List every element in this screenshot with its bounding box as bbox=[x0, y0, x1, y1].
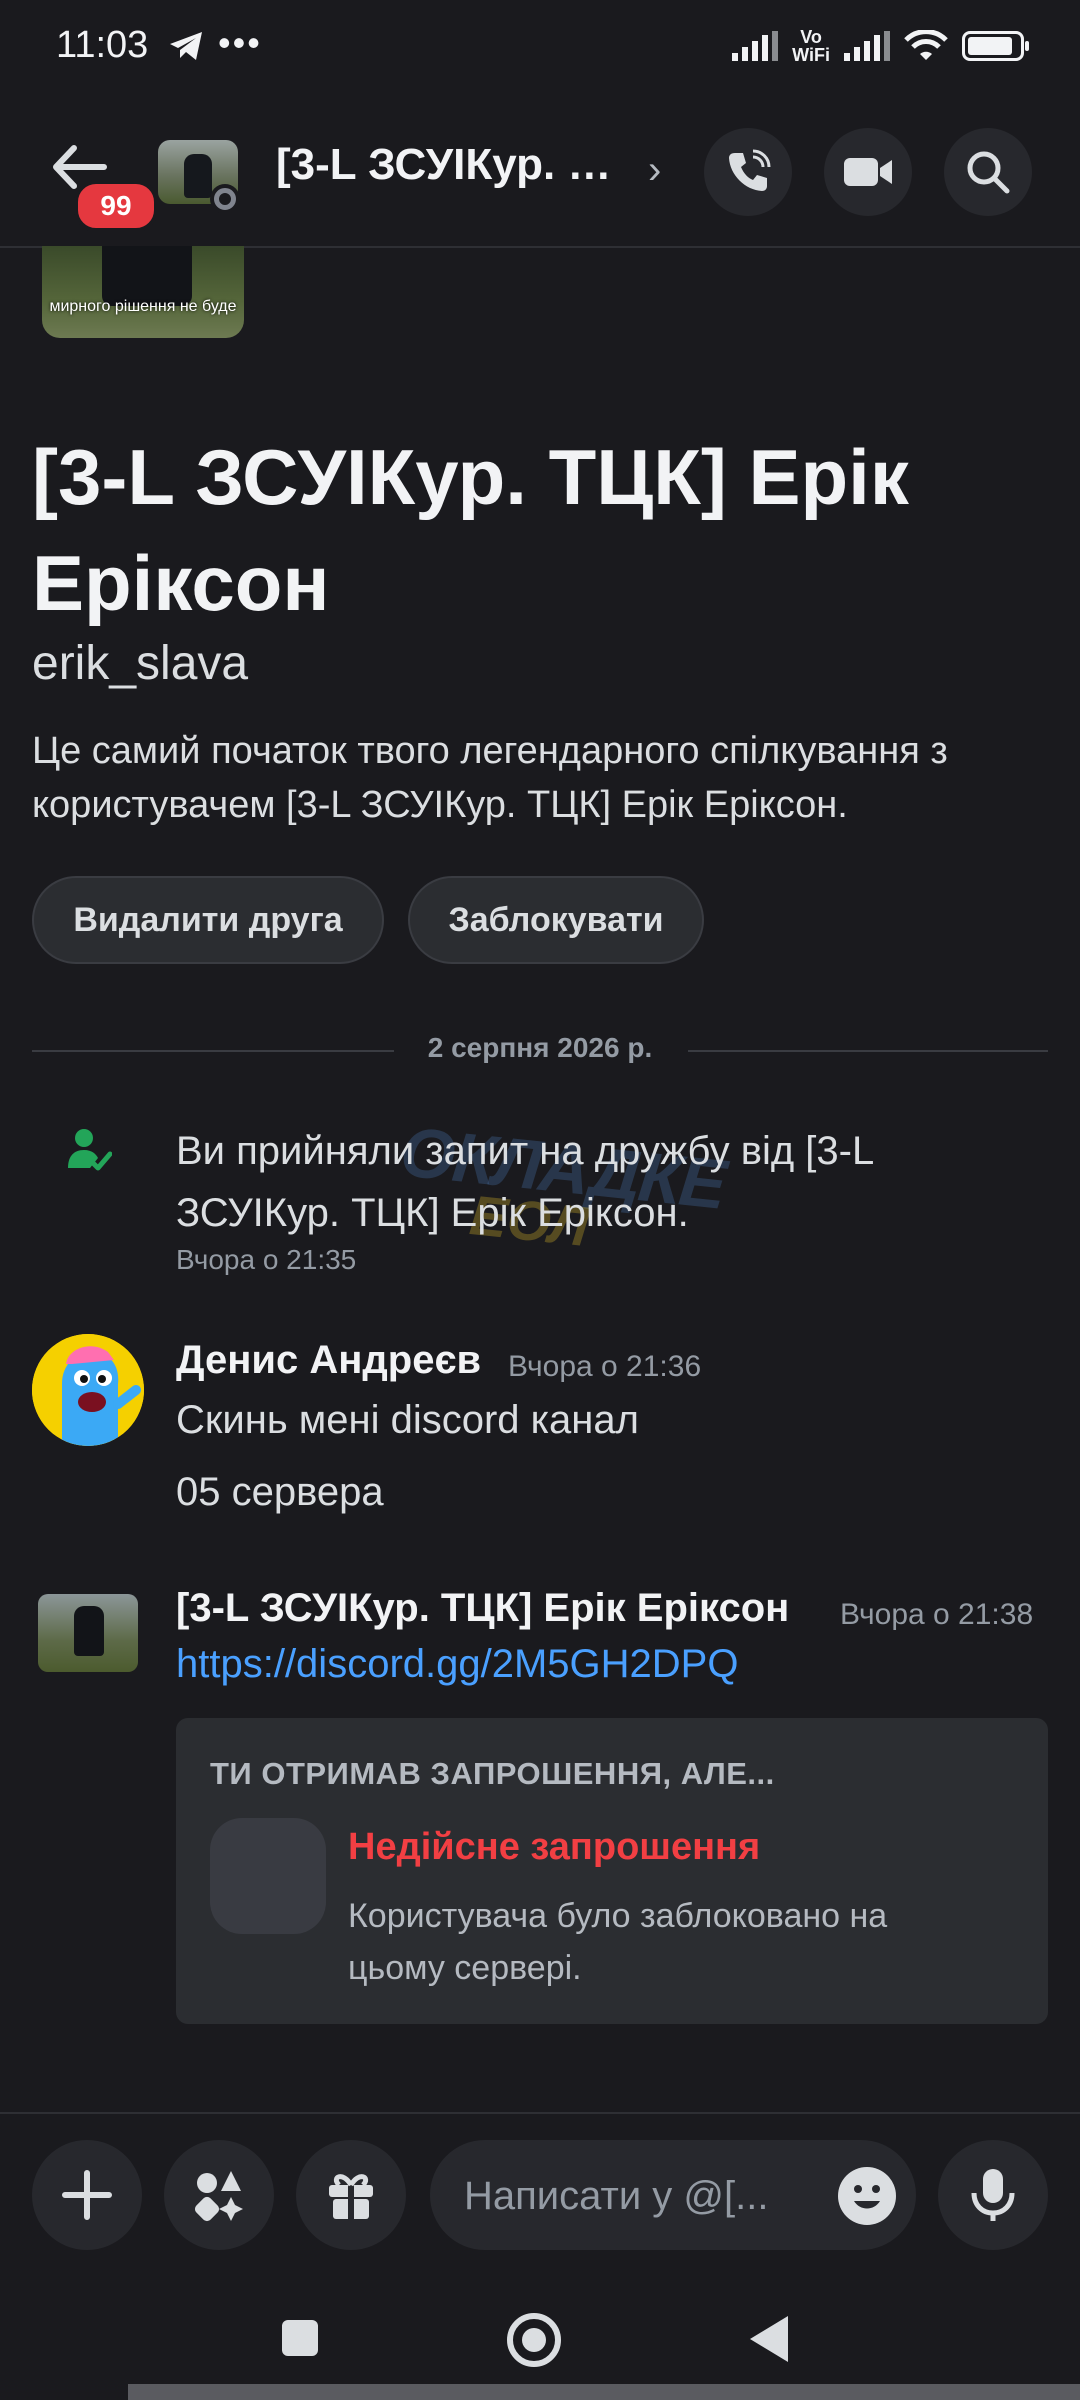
message-text: 05 сервера bbox=[176, 1470, 384, 1514]
gift-icon bbox=[329, 2174, 373, 2219]
invite-embed: ТИ ОТРИМАВ ЗАПРОШЕННЯ, АЛЕ... Недійсне з… bbox=[176, 1718, 1048, 2024]
apps-button[interactable] bbox=[164, 2140, 274, 2250]
message-author[interactable]: Денис Андреєв bbox=[176, 1338, 481, 1383]
invite-link[interactable]: https://discord.gg/2M5GH2DPQ bbox=[176, 1642, 738, 1687]
video-camera-icon bbox=[844, 158, 892, 186]
status-icons: Vo WiFi bbox=[732, 27, 1029, 65]
message-composer bbox=[0, 2112, 1080, 2284]
more-dots-icon: ••• bbox=[218, 22, 262, 63]
avatar[interactable] bbox=[32, 1334, 144, 1446]
signal-icon bbox=[732, 31, 779, 61]
telegram-icon bbox=[168, 30, 204, 67]
emoji-icon[interactable] bbox=[838, 2167, 896, 2225]
embed-description: Користувача було заблоковано на цьому се… bbox=[348, 1897, 888, 1987]
friend-accepted-icon bbox=[66, 1128, 113, 1177]
system-message-text: Ви прийняли запит на дружбу від [3-L ЗСУ… bbox=[176, 1129, 873, 1235]
message-text: Скинь мені discord канал bbox=[176, 1398, 639, 1442]
chevron-right-icon[interactable]: › bbox=[648, 148, 661, 193]
unread-badge: 99 bbox=[74, 180, 158, 232]
signal-icon-2 bbox=[844, 31, 890, 61]
voice-message-button[interactable] bbox=[938, 2140, 1048, 2250]
message-input[interactable] bbox=[462, 2140, 796, 2252]
attach-button[interactable] bbox=[32, 2140, 142, 2250]
apps-icon bbox=[194, 2171, 243, 2222]
status-time: 11:03 bbox=[56, 24, 149, 66]
conversation-intro: Це самий початок твого легендарного спіл… bbox=[32, 730, 948, 826]
message-input-wrapper bbox=[430, 2140, 916, 2252]
status-bar: 11:03 ••• Vo WiFi bbox=[0, 0, 1080, 100]
system-message-time: Вчора о 21:35 bbox=[176, 1244, 357, 1275]
message-author[interactable]: [3-L ЗСУІКур. ТЦК] Ерік Еріксон bbox=[176, 1586, 789, 1631]
plus-icon bbox=[62, 2170, 112, 2220]
scroll-indicator bbox=[128, 2384, 1080, 2400]
block-button[interactable]: Заблокувати bbox=[408, 876, 704, 964]
remove-friend-button[interactable]: Видалити друга bbox=[32, 876, 384, 964]
date-divider: 2 серпня 2026 р. bbox=[427, 1032, 653, 1063]
video-call-button[interactable] bbox=[824, 128, 912, 216]
wifi-icon bbox=[904, 30, 948, 60]
embed-title: Недійсне запрошення bbox=[348, 1826, 761, 1868]
profile-display-name: [3-L ЗСУІКур. ТЦК] Ерік Еріксон bbox=[32, 433, 909, 627]
offline-status-icon bbox=[210, 184, 240, 214]
battery-icon bbox=[962, 31, 1029, 61]
message-time: Вчора о 21:36 bbox=[508, 1350, 702, 1383]
gift-button[interactable] bbox=[296, 2140, 406, 2250]
recents-icon[interactable] bbox=[280, 2318, 320, 2358]
profile-username: erik_slava bbox=[32, 637, 249, 690]
header-title[interactable]: [3-L ЗСУІКур. ТЦК] Ерік Еріксон bbox=[276, 140, 636, 190]
chat-header: 99 [3-L ЗСУІКур. ТЦК] Ерік Еріксон › bbox=[0, 100, 1080, 248]
search-icon bbox=[967, 151, 1010, 194]
embed-header: ТИ ОТРИМАВ ЗАПРОШЕННЯ, АЛЕ... bbox=[210, 1756, 775, 1791]
vowifi-icon: Vo WiFi bbox=[792, 27, 830, 65]
search-button[interactable] bbox=[944, 128, 1032, 216]
server-placeholder-icon bbox=[210, 1818, 326, 1934]
microphone-icon bbox=[971, 2169, 1015, 2221]
phone-call-icon bbox=[729, 149, 771, 191]
message-time: Вчора о 21:38 bbox=[840, 1598, 1034, 1631]
system-nav-bar bbox=[0, 2282, 1080, 2400]
home-icon[interactable] bbox=[506, 2312, 562, 2368]
profile-avatar[interactable]: мирного рішення не буде bbox=[42, 246, 244, 338]
voice-call-button[interactable] bbox=[704, 128, 792, 216]
avatar-caption: мирного рішення не буде bbox=[49, 298, 237, 315]
avatar[interactable] bbox=[38, 1594, 138, 1672]
back-nav-icon[interactable] bbox=[748, 2314, 790, 2364]
